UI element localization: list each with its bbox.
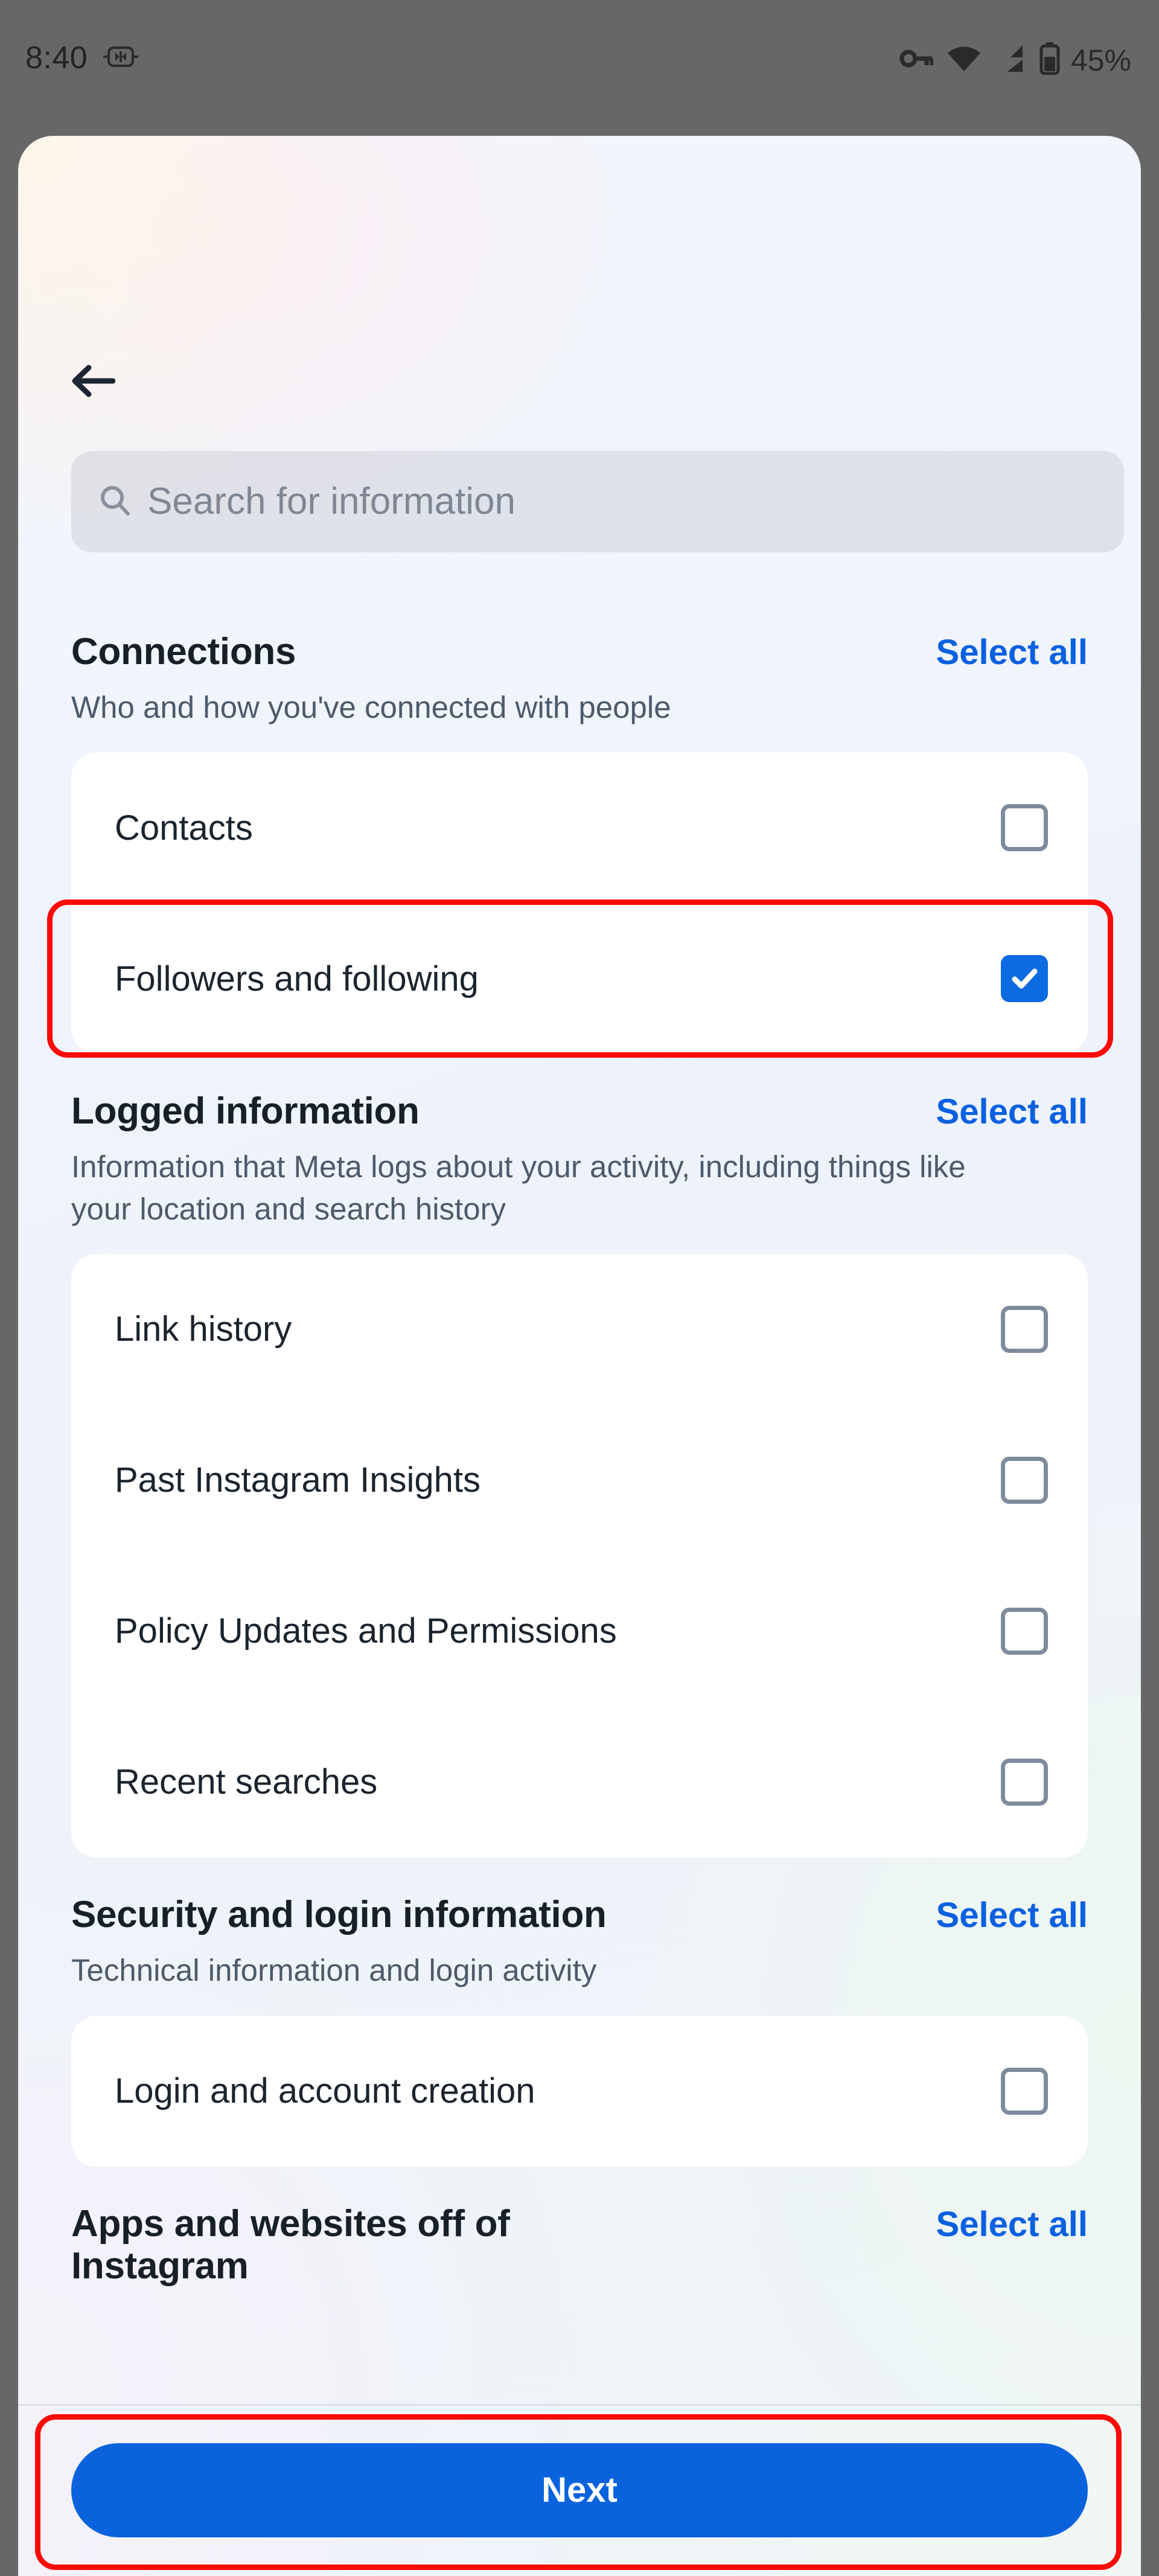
section-apps-and-websites-off-of-instagram: Apps and websites off of Instagram Selec… — [18, 2203, 1141, 2287]
section-title: Security and login information — [71, 1894, 607, 1936]
list-item[interactable]: Policy Updates and Permissions — [71, 1556, 1088, 1707]
section-subtitle: Who and how you've connected with people — [71, 690, 671, 725]
checkbox-contacts[interactable] — [1001, 804, 1048, 852]
list-item-label: Followers and following — [115, 959, 479, 999]
section-subtitle: Technical information and login activity — [71, 1953, 597, 1988]
cellular-signal-icon — [995, 44, 1026, 76]
section-header: Security and login information Select al… — [18, 1894, 1141, 1936]
list-item[interactable]: Login and account creation — [71, 2016, 1088, 2167]
screen-card: Search for information Connections Selec… — [18, 136, 1141, 2576]
usb-debug-icon — [103, 45, 139, 72]
battery-icon — [1039, 42, 1060, 78]
option-group-security-and-login-information: Login and account creation — [71, 2015, 1088, 2167]
list-item-label: Login and account creation — [115, 2071, 535, 2111]
list-item-label: Contacts — [115, 808, 253, 848]
list-item-label: Past Instagram Insights — [115, 1460, 481, 1500]
select-all-logged-information[interactable]: Select all — [936, 1090, 1088, 1131]
checkbox-login-and-account-creation[interactable] — [1001, 2067, 1048, 2115]
checkbox-link-history[interactable] — [1001, 1306, 1048, 1354]
back-arrow-icon — [71, 362, 116, 403]
section-subtitle: Information that Meta logs about your ac… — [71, 1149, 966, 1226]
list-item-label: Policy Updates and Permissions — [115, 1611, 617, 1651]
section-logged-information: Logged information Select all Informatio… — [18, 1090, 1141, 1858]
back-button[interactable] — [59, 348, 127, 416]
status-bar-left: 8:40 — [25, 40, 139, 75]
option-group-logged-information: Link history Past Instagram Insights Pol… — [71, 1254, 1088, 1858]
checkbox-policy-updates-and-permissions[interactable] — [1001, 1608, 1048, 1655]
checkbox-recent-searches[interactable] — [1001, 1759, 1048, 1806]
section-header: Apps and websites off of Instagram Selec… — [18, 2203, 1141, 2287]
sections-list: Connections Select all Who and how you'v… — [18, 595, 1141, 2287]
search-input-placeholder: Search for information — [147, 481, 516, 522]
section-connections: Connections Select all Who and how you'v… — [18, 631, 1141, 1058]
select-all-apps-and-websites[interactable]: Select all — [936, 2203, 1088, 2244]
search-field[interactable]: Search for information — [71, 451, 1124, 552]
status-bar: 8:40 45% — [0, 0, 1159, 136]
battery-percent-label: 45% — [1070, 43, 1131, 77]
next-button[interactable]: Next — [71, 2443, 1088, 2537]
check-icon — [1012, 968, 1038, 989]
status-bar-clock: 8:40 — [25, 40, 88, 75]
select-all-connections[interactable]: Select all — [936, 631, 1088, 672]
list-item[interactable]: Recent searches — [71, 1707, 1088, 1858]
list-item[interactable]: Past Instagram Insights — [71, 1405, 1088, 1556]
wifi-icon — [947, 45, 982, 75]
select-all-security-and-login-information[interactable]: Select all — [936, 1894, 1088, 1935]
list-item-label: Recent searches — [115, 1762, 378, 1802]
section-title: Logged information — [71, 1090, 420, 1133]
next-button-label: Next — [541, 2470, 618, 2510]
section-header: Connections Select all — [18, 631, 1141, 673]
list-item[interactable]: Link history — [71, 1254, 1088, 1405]
section-security-and-login-information: Security and login information Select al… — [18, 1894, 1141, 2167]
checkbox-followers-and-following[interactable] — [1001, 955, 1048, 1003]
list-item-label: Link history — [115, 1309, 292, 1349]
section-title: Apps and websites off of Instagram — [71, 2202, 510, 2287]
checkbox-past-instagram-insights[interactable] — [1001, 1457, 1048, 1504]
status-bar-right: 45% — [899, 42, 1131, 78]
list-item[interactable]: Contacts — [71, 752, 1088, 903]
bottom-action-bar: Next — [18, 2404, 1141, 2576]
section-title: Connections — [71, 631, 296, 673]
vpn-key-icon — [899, 45, 934, 75]
section-header: Logged information Select all — [18, 1090, 1141, 1133]
search-icon — [98, 484, 132, 520]
list-item[interactable]: Followers and following — [71, 903, 1088, 1054]
option-group-connections: Contacts Followers and following — [71, 752, 1088, 1055]
